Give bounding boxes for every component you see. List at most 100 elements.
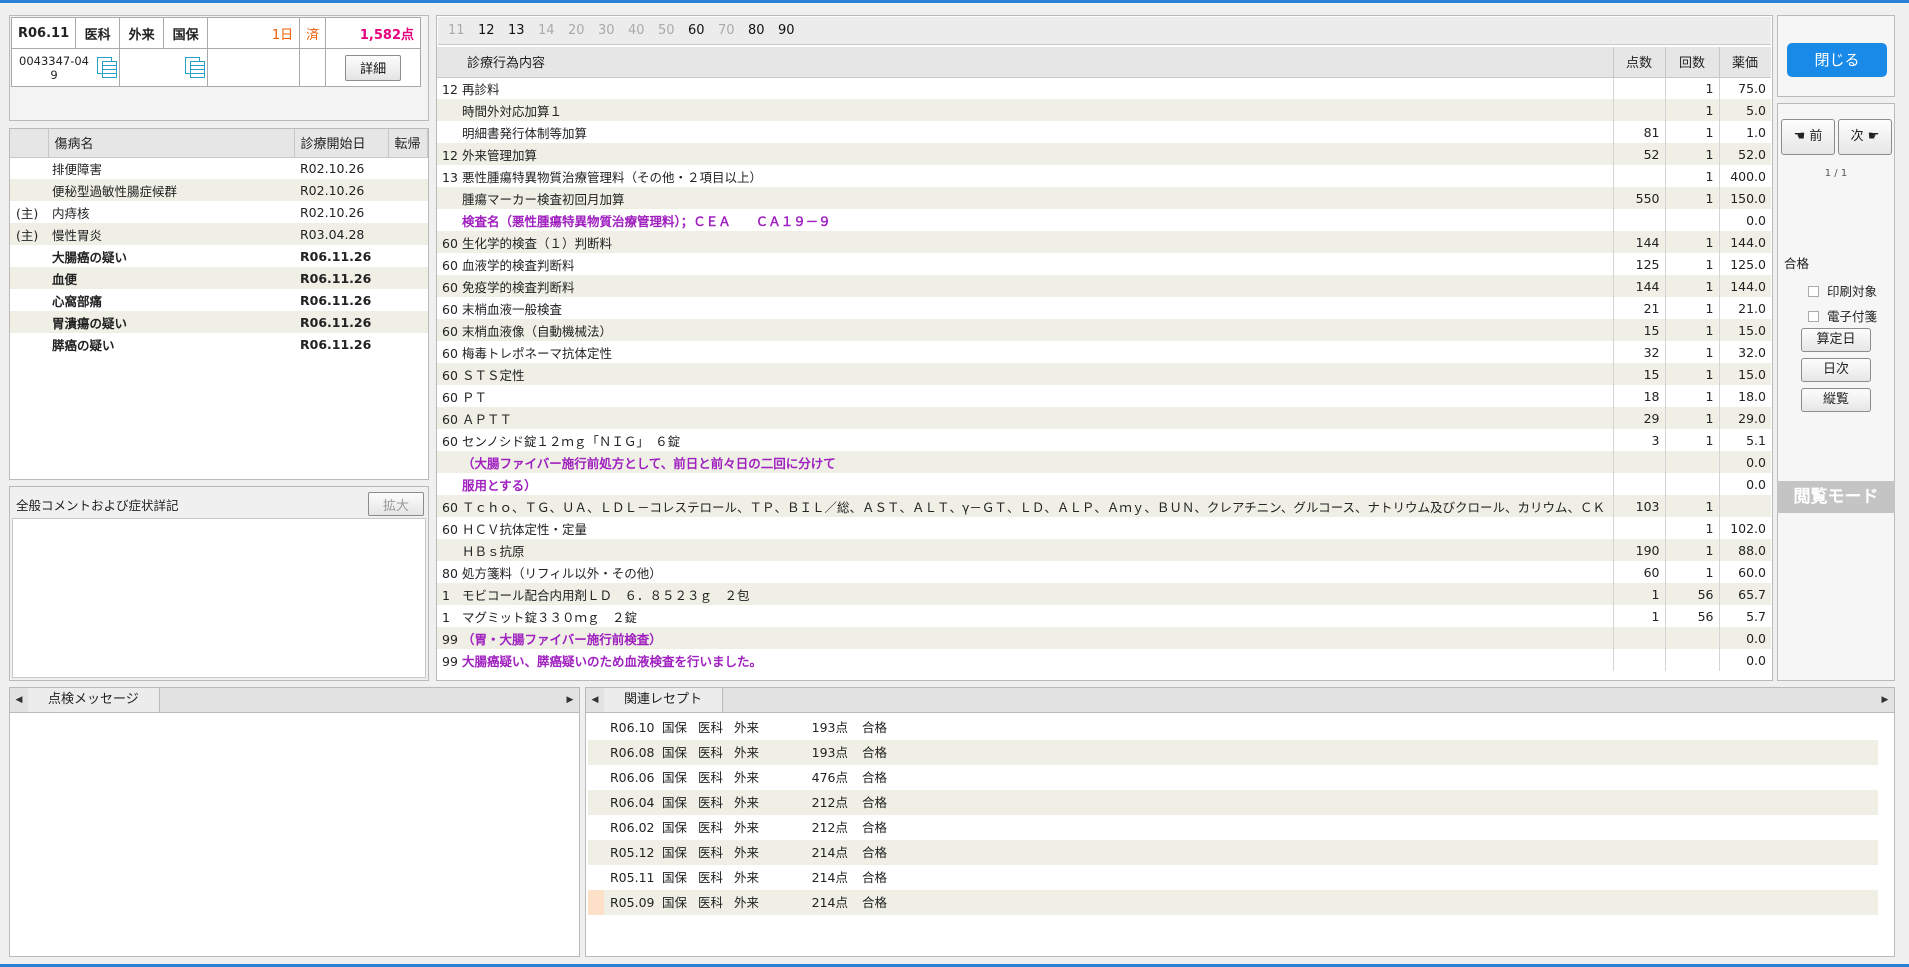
detail-button[interactable]: 詳細 [345,54,402,81]
table-row[interactable]: 1 マグミット錠３３０ｍｇ ２錠 1 56 5.7 [437,605,1771,627]
price-cell [1718,495,1771,517]
table-row[interactable]: 服用とする） 0.0 [437,473,1771,495]
details-scroll[interactable]: 診療行為内容 点数 回数 薬価 12 再診料 1 75.0 時間外対応加算１ 1 5.0 明細… [437,47,1771,680]
table-row[interactable]: 60 免疫学的検査判断料 144 1 144.0 [437,275,1771,297]
tab-70[interactable]: 70 [718,17,748,45]
disease-name-header[interactable]: 傷病名 [48,129,295,158]
list-item[interactable]: R05.12 国保 医科 外来 214点 合格 [588,840,1878,865]
table-row[interactable]: 13 悪性腫瘍特異物質治療管理料（その他・２項目以上） 1 400.0 [437,165,1771,187]
table-row[interactable]: 排便障害 R02.10.26 [10,157,428,179]
table-row[interactable]: 便秘型過敏性腸症候群 R02.10.26 [10,179,428,201]
table-row[interactable]: 明細書発行体制等加算 81 1 1.0 [437,121,1771,143]
table-row[interactable]: ＨＢｓ抗原 190 1 88.0 [437,539,1771,561]
receipt-window: R06.11 医科 外来 国保 1日 済 1,582点 0043347-04 9… [0,0,1909,967]
tab-11[interactable]: 11 [448,17,478,45]
daily-button[interactable]: 日次 [1801,358,1871,382]
list-item[interactable]: R05.11 国保 医科 外来 214点 合格 [588,865,1878,890]
table-row[interactable]: 血便 R06.11.26 [10,267,428,289]
tab-40[interactable]: 40 [628,17,658,45]
count-cell: 56 [1664,583,1719,605]
e-sticky-checkbox[interactable]: 電子付箋 [1808,306,1877,325]
scroll-left-icon[interactable]: ◀ [588,688,602,712]
related-month: R06.02 [610,820,655,835]
table-row[interactable]: (主) 内痔核 R02.10.26 [10,201,428,223]
related-dept: 医科 [698,845,724,860]
related-dept: 医科 [698,720,724,735]
table-row[interactable]: 12 再診料 1 75.0 [437,77,1771,99]
list-item[interactable]: R06.04 国保 医科 外来 212点 合格 [588,790,1878,815]
tab-60[interactable]: 60 [688,17,718,45]
tab-90[interactable]: 90 [778,17,808,45]
price-header[interactable]: 薬価 [1719,47,1771,78]
content-header[interactable]: 診療行為内容 [437,47,1614,78]
table-row[interactable]: 時間外対応加算１ 1 5.0 [437,99,1771,121]
tab-13[interactable]: 13 [508,17,538,45]
table-row[interactable]: 大腸癌の疑い R06.11.26 [10,245,428,267]
content-text: 血液学的検査判断料 [462,257,575,273]
scroll-right-icon[interactable]: ▶ [1878,688,1892,712]
tab-14[interactable]: 14 [538,17,568,45]
table-row[interactable]: 60 末梢血液像（自動機械法） 15 1 15.0 [437,319,1771,341]
tab-80[interactable]: 80 [748,17,778,45]
print-target-checkbox[interactable]: 印刷対象 [1808,281,1877,300]
table-row[interactable]: 検査名（悪性腫瘍特異物質治療管理料）；ＣＥＡ ＣＡ１９－９ 0.0 [437,209,1771,231]
table-row[interactable]: 60 血液学的検査判断料 125 1 125.0 [437,253,1771,275]
table-row[interactable]: 60 ＨＣＶ抗体定性・定量 1 102.0 [437,517,1771,539]
table-row[interactable]: 腫瘍マーカー検査初回月加算 550 1 150.0 [437,187,1771,209]
tab-20[interactable]: 20 [568,17,598,45]
content-text: 検査名（悪性腫瘍特異物質治療管理料）；ＣＥＡ ＣＡ１９－９ [462,213,831,229]
table-row[interactable]: 1 モビコール配合内用剤ＬＤ ６．８５２３ｇ ２包 1 56 65.7 [437,583,1771,605]
price-cell: 400.0 [1718,165,1771,187]
expand-button[interactable]: 拡大 [368,492,424,516]
tab-50[interactable]: 50 [658,17,688,45]
outcome-header[interactable]: 転帰 [388,129,428,158]
table-row[interactable]: 膵癌の疑い R06.11.26 [10,333,428,355]
content-cell: 60 梅毒トレポネーマ抗体定性 [437,341,1613,363]
table-row[interactable]: 60 末梢血液一般検査 21 1 21.0 [437,297,1771,319]
table-row[interactable]: 60 ＳＴＳ定性 15 1 15.0 [437,363,1771,385]
scroll-right-icon[interactable]: ▶ [563,688,577,712]
start-date-header[interactable]: 診療開始日 [294,129,389,158]
close-button[interactable]: 閉じる [1787,43,1887,77]
tab-related-receipts[interactable]: 関連レセプト [604,688,724,712]
tab-12[interactable]: 12 [478,17,508,45]
tab-check-messages[interactable]: 点検メッセージ [28,688,160,712]
points-header[interactable]: 点数 [1613,47,1666,78]
table-row[interactable]: 60 Ｔｃｈｏ、ＴＧ、ＵＡ、ＬＤＬ－コレステロール、ＴＰ、ＢＩＬ／総、ＡＳＴ、ＡＬ… [437,495,1771,517]
count-header[interactable]: 回数 [1665,47,1720,78]
scroll-left-icon[interactable]: ◀ [12,688,26,712]
points-cell: 190 [1612,539,1665,561]
document-icon[interactable] [185,57,206,78]
comment-textarea[interactable] [12,518,426,678]
disease-start-date: R02.10.26 [294,179,388,201]
table-row[interactable]: (主) 慢性胃炎 R03.04.28 [10,223,428,245]
table-row[interactable]: 99 大腸癌疑い、膵癌疑いのため血液検査を行いました。 0.0 [437,649,1771,671]
list-item[interactable]: R06.06 国保 医科 外来 476点 合格 [588,765,1878,790]
table-row[interactable]: 60 梅毒トレポネーマ抗体定性 32 1 32.0 [437,341,1771,363]
related-points: 214点 [811,895,848,910]
category-code: 60 [442,411,458,427]
table-row[interactable]: 80 処方箋料（リフィル以外・その他） 60 1 60.0 [437,561,1771,583]
table-row[interactable]: 60 生化学的検査（１）判断料 144 1 144.0 [437,231,1771,253]
table-row[interactable]: 心窩部痛 R06.11.26 [10,289,428,311]
table-row[interactable]: 60 ＰＴ 18 1 18.0 [437,385,1771,407]
table-row[interactable]: 60 ＡＰＴＴ 29 1 29.0 [437,407,1771,429]
table-row[interactable]: （大腸ファイバー施行前処方として、前日と前々日の二回に分けて 0.0 [437,451,1771,473]
disease-outcome [388,157,428,179]
document-icon[interactable] [97,57,118,78]
vertical-view-button[interactable]: 縦覧 [1801,388,1871,412]
tab-30[interactable]: 30 [598,17,628,45]
next-button[interactable]: 次 ☛ [1838,119,1892,155]
disease-outcome [388,245,428,267]
list-item[interactable]: R06.10 国保 医科 外来 193点 合格 [588,715,1878,740]
list-item[interactable]: R06.02 国保 医科 外来 212点 合格 [588,815,1878,840]
prev-button[interactable]: ☚ 前 [1781,119,1835,155]
list-item[interactable]: R06.08 国保 医科 外来 193点 合格 [588,740,1878,765]
related-result: 合格 [862,845,888,860]
table-row[interactable]: 99 （胃・大腸ファイバー施行前検査） 0.0 [437,627,1771,649]
table-row[interactable]: 胃潰瘍の疑い R06.11.26 [10,311,428,333]
table-row[interactable]: 60 センノシド錠１２ｍｇ「ＮＩＧ」 ６錠 3 1 5.1 [437,429,1771,451]
table-row[interactable]: 12 外来管理加算 52 1 52.0 [437,143,1771,165]
calc-date-button[interactable]: 算定日 [1801,328,1871,352]
list-item[interactable]: R05.09 国保 医科 外来 214点 合格 [588,890,1878,915]
